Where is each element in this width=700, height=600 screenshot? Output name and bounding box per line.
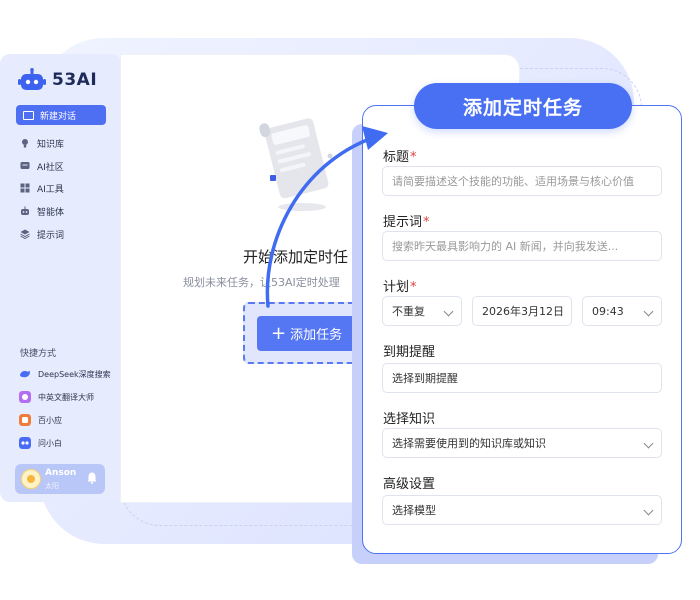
logo-text: 53AI (52, 70, 98, 90)
time-value: 09:43 (592, 304, 624, 318)
add-task-label: 添加任务 (290, 328, 343, 343)
sidebar-item-community[interactable]: AI社区 (20, 159, 64, 173)
repeat-value: 不重复 (392, 305, 425, 318)
title-label-text: 标题 (383, 150, 410, 165)
required-mark: * (410, 150, 417, 165)
shortcut-label: 百小应 (38, 415, 62, 425)
reminder-field-label: 到期提醒 (383, 345, 436, 360)
chat-box-icon (23, 110, 34, 120)
modal-title: 添加定时任务 (414, 83, 632, 129)
sidebar-item-prompts[interactable]: 提示词 (20, 227, 64, 241)
wenxiaobai-icon (19, 437, 31, 449)
plus-icon: + (271, 322, 287, 344)
shortcut-wenxiaobai[interactable]: 问小白 (19, 436, 62, 450)
shortcut-translator[interactable]: 中英文翻译大师 (19, 390, 94, 404)
shortcut-label: 问小白 (38, 438, 62, 448)
reminder-select[interactable]: 选择到期提醒 (382, 363, 662, 393)
baixiaoying-icon (19, 414, 31, 426)
knowledge-select[interactable]: 选择需要使用到的知识库或知识 (382, 428, 662, 458)
required-mark: * (410, 280, 417, 295)
sidebar-item-knowledge[interactable]: 知识库 (20, 136, 64, 150)
sidebar-item-label: AI工具 (37, 184, 64, 195)
sidebar-item-label: AI社区 (37, 162, 64, 173)
prompt-input[interactable]: 搜索昨天最具影响力的 AI 新闻，并向我发送... (382, 231, 662, 261)
new-chat-label: 新建对话 (40, 111, 77, 122)
chevron-down-icon (643, 438, 654, 449)
date-picker[interactable]: 2026年3月12日 (472, 296, 572, 326)
advanced-field-label: 高级设置 (383, 477, 436, 492)
required-mark: * (423, 215, 430, 230)
avatar (21, 469, 41, 489)
sidebar-item-tools[interactable]: AI工具 (20, 181, 64, 195)
title-input[interactable]: 请简要描述这个技能的功能、适用场景与核心价值 (382, 166, 662, 196)
time-select[interactable]: 09:43 (582, 296, 662, 326)
translator-icon (19, 391, 31, 403)
deepseek-icon (20, 370, 30, 378)
knowledge-value: 选择需要使用到的知识库或知识 (392, 437, 546, 450)
plan-field-label: 计划* (383, 276, 417, 295)
shortcut-deepseek[interactable]: DeepSeek深度搜索 (19, 367, 111, 381)
plan-label-text: 计划 (383, 280, 410, 295)
sidebar-item-agents[interactable]: 智能体 (20, 204, 64, 218)
shortcut-baixiaoying[interactable]: 百小应 (19, 413, 62, 427)
title-field-label: 标题* (383, 146, 417, 165)
chevron-down-icon (643, 306, 654, 317)
new-chat-button[interactable]: 新建对话 (16, 105, 106, 125)
shortcut-section-title: 快捷方式 (20, 349, 57, 359)
sidebar-item-label: 智能体 (37, 207, 65, 218)
model-select[interactable]: 选择模型 (382, 495, 662, 525)
shortcut-label: DeepSeek深度搜索 (38, 369, 111, 379)
sidebar: 53AI 新建对话 知识库 AI社区 AI工具 智能体 提示词 快捷方式 Dee… (0, 54, 121, 502)
repeat-select[interactable]: 不重复 (382, 296, 462, 326)
date-value: 2026年3月12日 (482, 305, 564, 318)
chevron-down-icon (643, 505, 654, 516)
chevron-down-icon (443, 306, 454, 317)
shortcut-label: 中英文翻译大师 (38, 392, 94, 402)
robot-icon (21, 206, 29, 215)
sidebar-item-label: 知识库 (37, 139, 65, 150)
user-name: Anson (45, 468, 77, 478)
bulb-icon (22, 139, 28, 148)
layers-icon (20, 229, 30, 239)
prompt-field-label: 提示词* (383, 211, 430, 230)
empty-state-title: 开始添加定时任 (243, 248, 349, 266)
chat-icon (20, 162, 30, 169)
prompt-label-text: 提示词 (383, 215, 423, 230)
add-task-button[interactable]: + 添加任务 (257, 316, 357, 351)
user-card[interactable]: Anson 太阳 (15, 464, 105, 494)
document-illustration-icon (259, 118, 333, 211)
knowledge-field-label: 选择知识 (383, 412, 436, 427)
empty-state-subtitle: 规划未来任务，让53AI定时处理 (183, 276, 340, 289)
logo: 53AI (18, 68, 97, 92)
grid-icon (20, 183, 30, 193)
model-value: 选择模型 (392, 504, 436, 517)
user-subtitle: 太阳 (45, 482, 59, 490)
reminder-value: 选择到期提醒 (392, 372, 458, 385)
sidebar-item-label: 提示词 (37, 230, 65, 241)
robot-logo-icon (18, 68, 46, 90)
bell-icon[interactable] (87, 472, 97, 484)
